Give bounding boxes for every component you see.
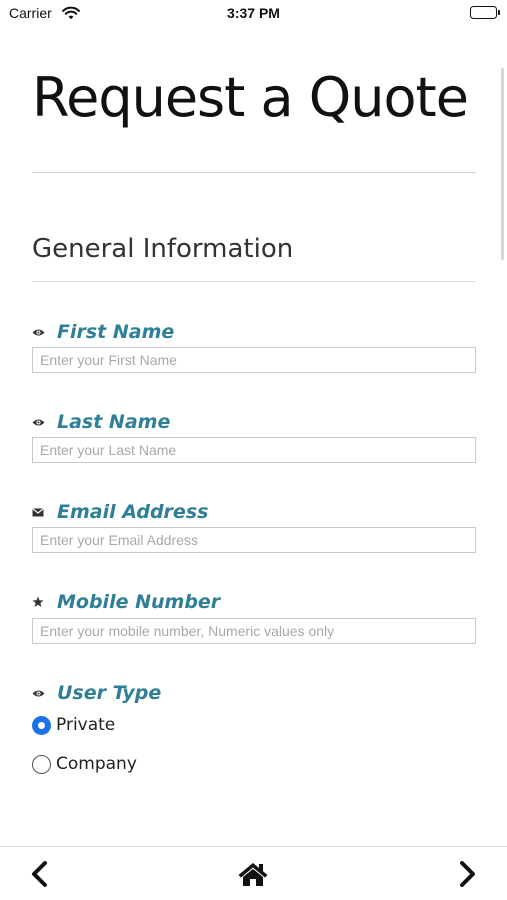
scroll-indicator[interactable] xyxy=(501,68,504,260)
back-button[interactable] xyxy=(23,857,57,891)
section-title: General Information xyxy=(32,234,294,264)
mobile-number-label: Mobile Number xyxy=(32,590,220,614)
radio-company-label[interactable]: Company xyxy=(56,754,137,774)
forward-button[interactable] xyxy=(450,857,484,891)
user-type-label-text: User Type xyxy=(57,682,162,704)
mobile-number-label-text: Mobile Number xyxy=(57,591,221,613)
home-button[interactable] xyxy=(236,857,270,891)
first-name-label: First Name xyxy=(32,320,174,344)
first-name-input[interactable] xyxy=(32,347,476,373)
home-icon xyxy=(238,863,268,886)
user-type-option-company[interactable]: Company xyxy=(32,752,137,776)
envelope-icon xyxy=(32,505,50,519)
email-address-label: Email Address xyxy=(32,500,208,524)
radio-private-label[interactable]: Private xyxy=(56,715,115,735)
mobile-number-input[interactable] xyxy=(32,618,476,644)
user-type-option-private[interactable]: Private xyxy=(32,713,115,737)
star-icon xyxy=(32,595,50,609)
status-bar: Carrier 3:37 PM xyxy=(0,0,507,28)
email-address-input[interactable] xyxy=(32,527,476,553)
battery-icon xyxy=(470,6,500,19)
email-address-label-text: Email Address xyxy=(57,501,209,523)
title-divider xyxy=(32,172,476,173)
page-title: Request a Quote xyxy=(32,66,469,129)
bottom-toolbar xyxy=(0,846,507,900)
section-divider xyxy=(32,281,476,282)
chevron-left-icon xyxy=(32,861,47,887)
eye-icon xyxy=(32,686,50,700)
last-name-label-text: Last Name xyxy=(57,411,171,433)
last-name-label: Last Name xyxy=(32,410,170,434)
first-name-label-text: First Name xyxy=(57,321,175,343)
clock: 3:37 PM xyxy=(227,5,280,21)
radio-private[interactable] xyxy=(32,715,51,735)
eye-icon xyxy=(32,325,50,339)
chevron-right-icon xyxy=(460,861,475,887)
last-name-input[interactable] xyxy=(32,437,476,463)
eye-icon xyxy=(32,415,50,429)
radio-company[interactable] xyxy=(32,754,51,774)
user-type-label: User Type xyxy=(32,681,161,705)
